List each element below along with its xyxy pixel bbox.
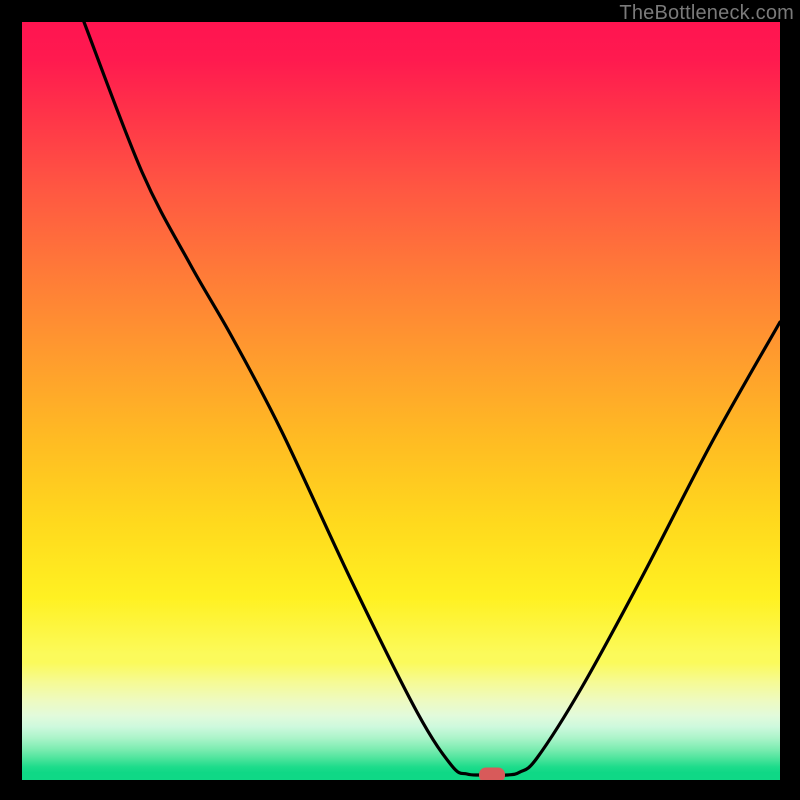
- chart-container: TheBottleneck.com: [0, 0, 800, 800]
- bottleneck-curve: [22, 22, 780, 780]
- optimal-point-marker: [479, 768, 505, 781]
- watermark-text: TheBottleneck.com: [619, 2, 794, 25]
- plot-area: [22, 22, 780, 780]
